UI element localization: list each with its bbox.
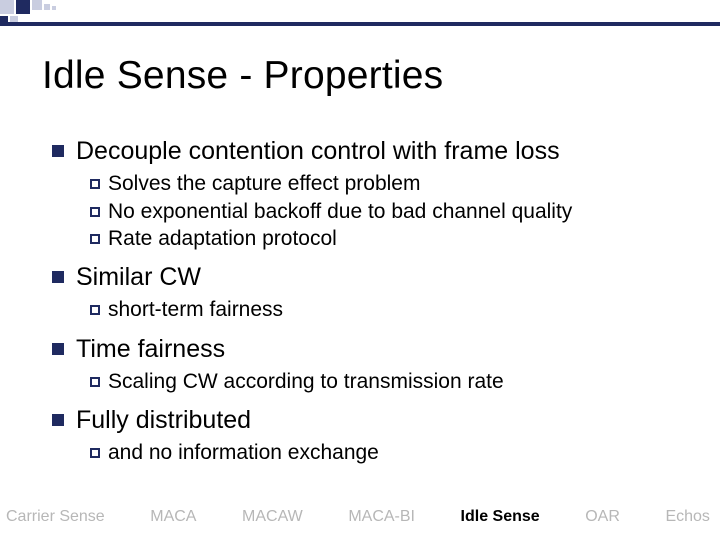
sub-bullet-text: short-term fairness [108,297,283,323]
bullet-4: Fully distributed and no information exc… [52,405,690,467]
footer-item-oar: OAR [585,508,620,526]
slide-body: Decouple contention control with frame l… [52,136,690,477]
sub-bullet-icon [90,305,100,315]
sub-bullet-text: Solves the capture effect problem [108,171,420,197]
footer-item-carrier-sense: Carrier Sense [6,508,105,526]
sub-bullet: No exponential backoff due to bad channe… [90,199,690,225]
footer-item-echos: Echos [665,508,709,526]
bullet-1: Decouple contention control with frame l… [52,136,690,252]
bullet-icon [52,343,64,355]
bullet-icon [52,414,64,426]
sub-bullet: short-term fairness [90,297,690,323]
bullet-text: Time fairness [76,334,225,365]
bullet-icon [52,145,64,157]
sub-bullet: Scaling CW according to transmission rat… [90,369,690,395]
sub-bullet-icon [90,207,100,217]
bullet-icon [52,271,64,283]
sub-bullet-icon [90,234,100,244]
sub-bullet-text: No exponential backoff due to bad channe… [108,199,572,225]
footer-item-maca: MACA [150,508,196,526]
footer-nav: Carrier Sense MACA MACAW MACA-BI Idle Se… [0,508,720,526]
corner-decoration [0,0,140,34]
sub-bullet-text: Rate adaptation protocol [108,226,337,252]
slide: Idle Sense - Properties Decouple content… [0,0,720,540]
sub-bullet-text: Scaling CW according to transmission rat… [108,369,504,395]
bullet-text: Fully distributed [76,405,251,436]
footer-item-idle-sense: Idle Sense [461,508,540,526]
bullet-text: Decouple contention control with frame l… [76,136,560,167]
slide-title: Idle Sense - Properties [42,54,443,98]
sub-bullet: and no information exchange [90,440,690,466]
sub-bullet: Solves the capture effect problem [90,171,690,197]
sub-bullet-icon [90,179,100,189]
bullet-2: Similar CW short-term fairness [52,262,690,324]
footer-item-macaw: MACAW [242,508,303,526]
bullet-text: Similar CW [76,262,201,293]
footer-item-maca-bi: MACA-BI [348,508,415,526]
bullet-3: Time fairness Scaling CW according to tr… [52,334,690,396]
sub-bullet-icon [90,377,100,387]
sub-bullet-icon [90,448,100,458]
sub-bullet: Rate adaptation protocol [90,226,690,252]
sub-bullet-text: and no information exchange [108,440,379,466]
